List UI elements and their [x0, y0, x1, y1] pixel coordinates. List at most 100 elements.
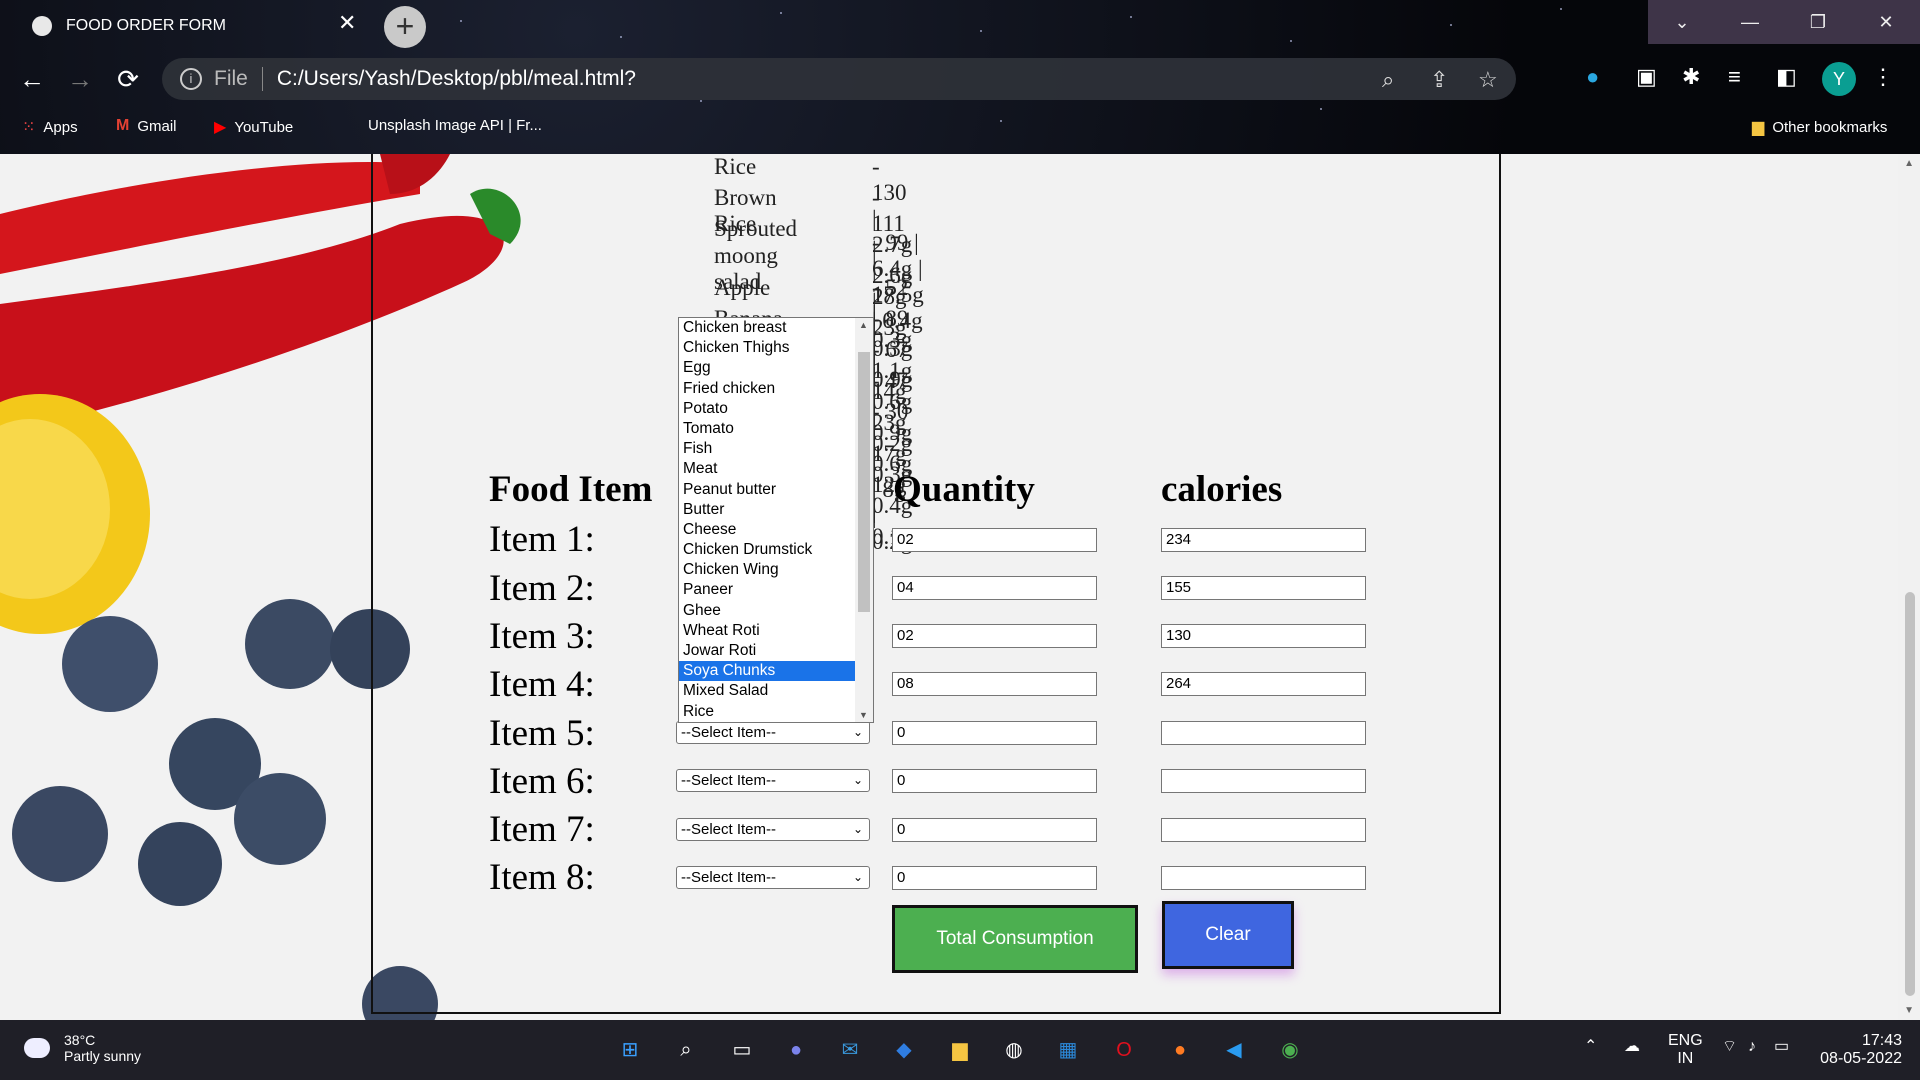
media-extension-icon[interactable]: ▣ — [1636, 64, 1657, 90]
show-hidden-icons-icon[interactable]: ⌃ — [1584, 1038, 1597, 1056]
task-view-icon[interactable]: ▭ — [726, 1034, 758, 1066]
dropdown-scroll-thumb[interactable] — [858, 352, 870, 612]
language-indicator[interactable]: ENG IN — [1668, 1032, 1703, 1068]
url-text[interactable]: C:/Users/Yash/Desktop/pbl/meal.html? — [277, 67, 636, 91]
clear-button[interactable]: Clear — [1162, 901, 1294, 969]
food-item-select[interactable]: --Select Item-- ⌄ — [676, 818, 870, 841]
dropdown-option[interactable]: Ghee — [679, 601, 873, 621]
bookmark-youtube[interactable]: ▶ YouTube — [214, 117, 293, 137]
file-explorer-icon[interactable]: ▆ — [944, 1034, 976, 1066]
dropdown-option[interactable]: Chicken Wing — [679, 560, 873, 580]
dropdown-option[interactable]: Paneer — [679, 580, 873, 600]
quantity-input[interactable]: 04 — [892, 576, 1097, 600]
scroll-down-icon[interactable]: ▼ — [1904, 1005, 1914, 1016]
total-consumption-button[interactable]: Total Consumption — [892, 905, 1138, 973]
page-scrollbar[interactable]: ▲ ▼ — [1898, 154, 1920, 1020]
reading-list-icon[interactable]: ≡ — [1728, 64, 1741, 90]
calories-input[interactable] — [1161, 866, 1366, 890]
scroll-down-icon[interactable]: ▼ — [859, 710, 868, 720]
teams-chat-icon[interactable]: ● — [780, 1034, 812, 1066]
quantity-input[interactable]: 08 — [892, 672, 1097, 696]
page-scroll-thumb[interactable] — [1905, 592, 1915, 996]
tab-close-icon[interactable]: ✕ — [338, 10, 356, 36]
dropdown-option[interactable]: Mixed Salad — [679, 681, 873, 701]
food-item-select[interactable]: --Select Item-- ⌄ — [676, 866, 870, 889]
tab-search-icon[interactable]: ⌄ — [1648, 0, 1716, 44]
tab-food-order-form[interactable]: FOOD ORDER FORM — [10, 6, 370, 46]
forward-icon[interactable]: → — [64, 64, 96, 95]
dropdown-option[interactable]: Peanut butter — [679, 480, 873, 500]
weather-widget[interactable]: 38°C Partly sunny — [24, 1032, 141, 1064]
other-bookmarks[interactable]: ▆ Other bookmarks — [1752, 117, 1887, 137]
opera-icon[interactable]: O — [1108, 1034, 1140, 1066]
close-window-button[interactable]: ✕ — [1852, 0, 1920, 44]
dropdown-option[interactable]: Fish — [679, 439, 873, 459]
calories-input[interactable] — [1161, 721, 1366, 745]
dropdown-option[interactable]: Wheat Roti — [679, 621, 873, 641]
quantity-input[interactable]: 02 — [892, 624, 1097, 648]
dropdown-scrollbar[interactable]: ▲ ▼ — [855, 318, 873, 722]
store-icon[interactable]: ▦ — [1052, 1034, 1084, 1066]
dropdown-option[interactable]: Meat — [679, 459, 873, 479]
dropdown-option[interactable]: Egg — [679, 358, 873, 378]
share-icon[interactable]: ⇪ — [1430, 67, 1448, 93]
scroll-up-icon[interactable]: ▲ — [859, 320, 868, 330]
reload-icon[interactable]: ⟳ — [112, 64, 144, 95]
dropdown-option[interactable]: Potato — [679, 399, 873, 419]
vscode-icon[interactable]: ◀ — [1218, 1034, 1250, 1066]
address-bar[interactable]: i File C:/Users/Yash/Desktop/pbl/meal.ht… — [162, 58, 1516, 100]
minimize-button[interactable]: — — [1716, 0, 1784, 44]
bookmark-unsplash[interactable]: Unsplash Image API | Fr... — [368, 117, 542, 134]
dropdown-option[interactable]: Chicken Thighs — [679, 338, 873, 358]
wifi-icon[interactable]: ⌔ — [1722, 1038, 1737, 1056]
start-icon[interactable]: ⊞ — [614, 1034, 646, 1066]
quantity-input[interactable]: 02 — [892, 528, 1097, 552]
bookmark-apps[interactable]: ⁙ Apps — [22, 117, 78, 137]
chrome-icon[interactable]: ◉ — [1274, 1034, 1306, 1066]
scroll-up-icon[interactable]: ▲ — [1904, 158, 1914, 169]
calories-input[interactable]: 155 — [1161, 576, 1366, 600]
dropdown-option[interactable]: Jowar Roti — [679, 641, 873, 661]
calories-input[interactable]: 234 — [1161, 528, 1366, 552]
mail-icon[interactable]: ✉ — [834, 1034, 866, 1066]
quantity-input[interactable]: 0 — [892, 818, 1097, 842]
droplet-extension-icon[interactable]: ● — [1586, 64, 1599, 90]
dropdown-option[interactable]: Chicken Drumstick — [679, 540, 873, 560]
dropdown-option[interactable]: Cheese — [679, 520, 873, 540]
quantity-input[interactable]: 0 — [892, 866, 1097, 890]
food-item-select[interactable]: --Select Item-- ⌄ — [676, 769, 870, 792]
restore-button[interactable]: ❐ — [1784, 0, 1852, 44]
dropdown-option[interactable]: Chicken breast — [679, 318, 873, 338]
battery-icon[interactable]: ▭ — [1774, 1038, 1789, 1056]
calories-input[interactable] — [1161, 769, 1366, 793]
bookmark-star-icon[interactable]: ☆ — [1478, 67, 1498, 93]
info-icon[interactable]: i — [180, 68, 202, 90]
clock[interactable]: 17:43 08-05-2022 — [1816, 1032, 1902, 1068]
food-item-dropdown-list[interactable]: Chicken breast Chicken Thighs Egg Fried … — [678, 317, 874, 723]
back-icon[interactable]: ← — [16, 64, 48, 95]
menu-icon[interactable]: ⋮ — [1872, 64, 1894, 90]
dropbox-icon[interactable]: ◆ — [888, 1034, 920, 1066]
dropdown-option[interactable]: Butter — [679, 500, 873, 520]
calories-input[interactable]: 264 — [1161, 672, 1366, 696]
search-icon[interactable]: ⌕ — [670, 1034, 702, 1066]
quantity-input[interactable]: 0 — [892, 721, 1097, 745]
zoom-icon[interactable]: ⌕ — [1382, 67, 1394, 93]
side-panel-icon[interactable]: ◧ — [1776, 64, 1797, 90]
new-tab-button[interactable]: + — [384, 6, 426, 48]
github-icon[interactable]: ◍ — [998, 1034, 1030, 1066]
dropdown-option-selected[interactable]: Soya Chunks — [679, 661, 873, 682]
firefox-icon[interactable]: ● — [1164, 1034, 1196, 1066]
calories-input[interactable] — [1161, 818, 1366, 842]
volume-icon[interactable]: ♪ — [1748, 1038, 1756, 1056]
profile-avatar[interactable]: Y — [1822, 62, 1856, 96]
onedrive-icon[interactable]: ☁ — [1624, 1038, 1640, 1056]
quantity-input[interactable]: 0 — [892, 769, 1097, 793]
extensions-puzzle-icon[interactable]: ✱ — [1682, 64, 1700, 90]
calories-input[interactable]: 130 — [1161, 624, 1366, 648]
bookmark-gmail[interactable]: M Gmail — [116, 117, 177, 135]
food-item-select[interactable]: --Select Item-- ⌄ — [676, 721, 870, 744]
dropdown-option[interactable]: Rice — [679, 702, 873, 722]
dropdown-option[interactable]: Tomato — [679, 419, 873, 439]
dropdown-option[interactable]: Fried chicken — [679, 379, 873, 399]
